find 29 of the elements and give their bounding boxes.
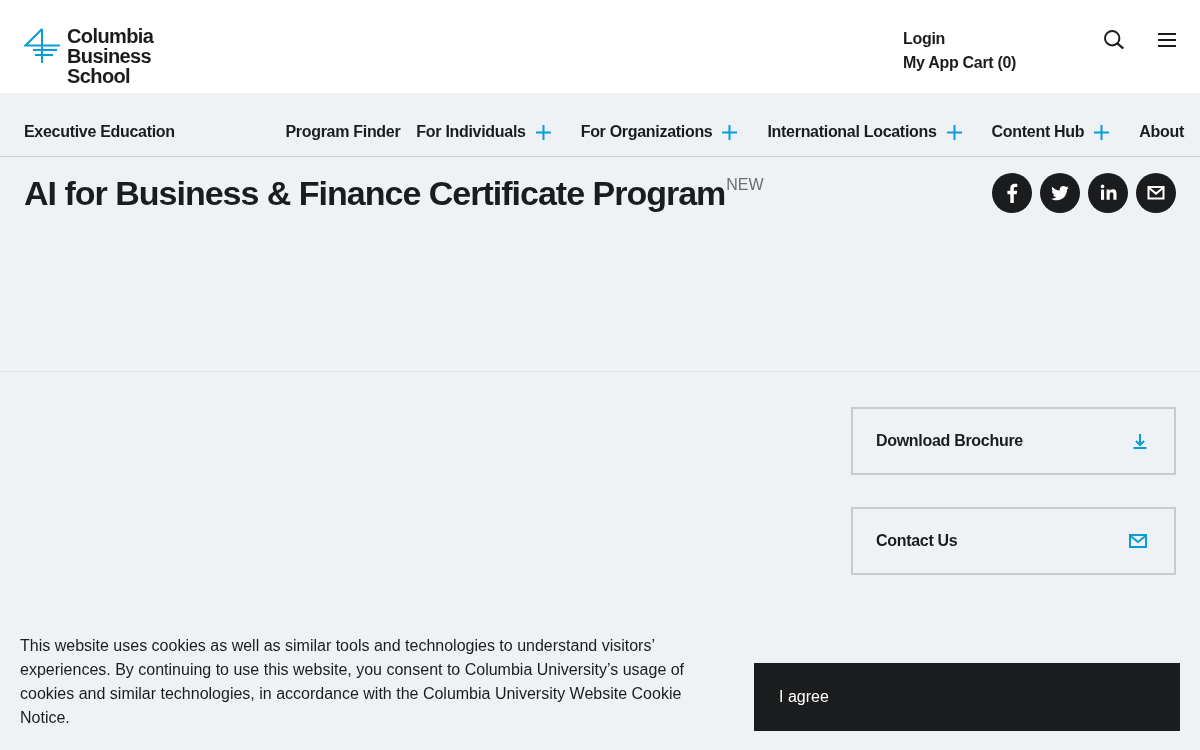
linkedin-icon[interactable] bbox=[1088, 173, 1128, 213]
logo-text[interactable]: Columbia Business School bbox=[67, 26, 154, 86]
search-icon[interactable] bbox=[1104, 30, 1124, 49]
cookie-message: This website uses cookies as well as similar tools and technologies to understand visitors’ experiences. By continuing to use this website, you consent to Columbia University’s usage of cookies and similar technologies, in accordance with the Columbia University Website Cookie Notice. bbox=[20, 636, 686, 728]
section-title-link[interactable]: Executive Education bbox=[24, 120, 175, 144]
plus-icon[interactable] bbox=[535, 124, 551, 140]
account-link[interactable]: My App Cart (0) bbox=[903, 51, 1017, 75]
plus-icon[interactable] bbox=[722, 124, 738, 140]
plus-icon[interactable] bbox=[1094, 124, 1110, 140]
facebook-icon[interactable] bbox=[992, 173, 1032, 213]
nav-link[interactable]: For Individuals bbox=[416, 120, 526, 144]
agree-button[interactable]: I agree bbox=[754, 663, 1180, 731]
contact-button[interactable]: Contact Us bbox=[851, 507, 1176, 575]
account-link[interactable]: Login bbox=[903, 27, 946, 51]
download-icon bbox=[1133, 433, 1147, 449]
envelope-icon bbox=[1129, 534, 1147, 548]
logo-icon[interactable] bbox=[24, 28, 61, 64]
download-button[interactable]: Download Brochure bbox=[851, 407, 1176, 475]
nav-link[interactable]: International Locations bbox=[767, 120, 937, 144]
menu-icon[interactable] bbox=[1158, 33, 1176, 47]
page-title: AI for Business & Finance Certificate Program bbox=[24, 173, 726, 214]
new-label: NEW bbox=[726, 175, 764, 195]
nav-link[interactable]: For Organizations bbox=[580, 120, 713, 144]
twitter-icon[interactable] bbox=[1040, 173, 1080, 213]
nav-link[interactable]: About bbox=[1139, 120, 1184, 144]
nav-link[interactable]: Content Hub bbox=[991, 120, 1085, 144]
plus-icon[interactable] bbox=[946, 124, 962, 140]
email-icon[interactable] bbox=[1136, 173, 1176, 213]
nav-link[interactable]: Program Finder bbox=[285, 120, 401, 144]
